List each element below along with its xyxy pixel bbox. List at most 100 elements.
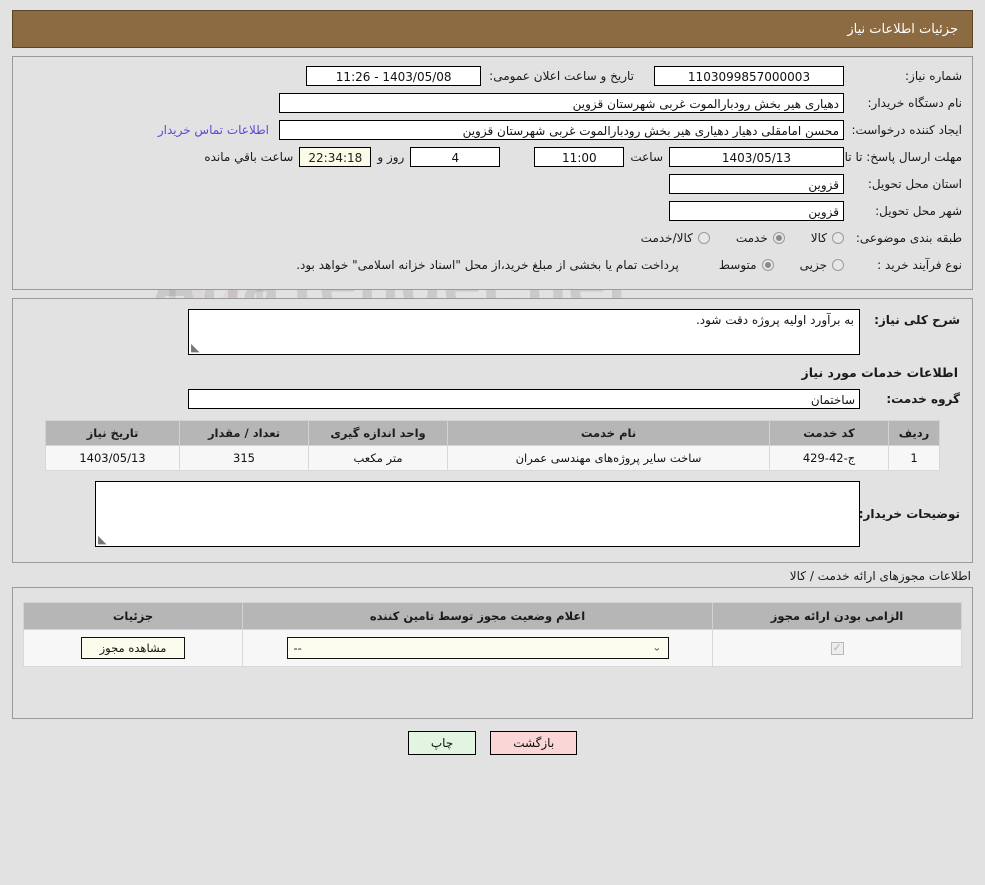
buyer-contact-link[interactable]: اطلاعات تماس خریدار xyxy=(158,123,269,137)
process-option-minor-label: جزیی xyxy=(799,258,827,272)
permit-status-value: -- xyxy=(293,641,302,655)
cell-permit-required xyxy=(712,629,962,667)
province-label: استان محل تحویل: xyxy=(867,177,962,191)
deadline-hour-label: ساعت xyxy=(630,150,663,164)
col-row-no: ردیف xyxy=(888,420,940,446)
cell-need-date: 1403/05/13 xyxy=(45,445,180,471)
requester-label: ایجاد کننده درخواست: xyxy=(851,123,962,137)
category-option-service[interactable]: خدمت xyxy=(736,231,785,245)
need-details-panel: شرح کلی نیاز: به برآورد اولیه پروژه دقت … xyxy=(12,298,973,563)
permit-status-dropdown[interactable]: ⌄ -- xyxy=(286,637,669,659)
general-desc-label: شرح کلی نیاز: xyxy=(874,313,960,327)
cell-service-name: ساخت سایر پروژه‌های مهندسی عمران xyxy=(447,445,770,471)
permits-header-row: الزامی بودن ارائه مجوز اعلام وضعیت مجوز … xyxy=(23,602,962,630)
cell-quantity: 315 xyxy=(179,445,309,471)
need-number-label: شماره نیاز: xyxy=(905,69,962,83)
row-province: استان محل تحویل: قزوین xyxy=(23,173,962,195)
cell-permit-status: ⌄ -- xyxy=(242,629,713,667)
row-general-description: شرح کلی نیاز: به برآورد اولیه پروژه دقت … xyxy=(25,309,960,355)
permit-required-checkbox xyxy=(830,641,844,655)
category-option-goods-service-label: کالا/خدمت xyxy=(640,231,693,245)
col-quantity: تعداد / مقدار xyxy=(179,420,309,446)
general-desc-textarea[interactable]: به برآورد اولیه پروژه دقت شود. ◢ xyxy=(188,309,860,355)
buyer-notes-label: توضیحات خریدار: xyxy=(858,507,960,521)
category-option-goods[interactable]: کالا xyxy=(811,231,844,245)
radio-icon[interactable] xyxy=(832,232,844,244)
col-unit: واحد اندازه گیری xyxy=(308,420,448,446)
buyer-org-value: دهیاری هیر بخش رودبارالموت غربی شهرستان … xyxy=(279,93,844,113)
row-city: شهر محل تحویل: قزوین xyxy=(23,200,962,222)
category-label: طبقه بندی موضوعی: xyxy=(855,231,962,245)
resize-handle-icon[interactable]: ◢ xyxy=(98,533,108,546)
resize-handle-icon[interactable]: ◢ xyxy=(191,341,201,354)
footer-buttons: بازگشت چاپ xyxy=(0,731,985,755)
service-group-value: ساختمان xyxy=(188,389,860,409)
category-option-service-label: خدمت xyxy=(735,231,768,245)
table-header-row: ردیف کد خدمت نام خدمت واحد اندازه گیری ت… xyxy=(45,420,940,446)
remaining-time-countdown: 22:34:18 xyxy=(299,147,372,167)
buyer-org-label: نام دستگاه خریدار: xyxy=(867,96,963,110)
row-buyer-org: نام دستگاه خریدار: دهیاری هیر بخش رودبار… xyxy=(23,92,962,114)
cell-unit: متر مکعب xyxy=(308,445,448,471)
deadline-hour-value: 11:00 xyxy=(534,147,625,167)
requester-value: محسن امامقلی دهیار دهیاری هیر بخش رودبار… xyxy=(279,120,844,140)
view-permit-button[interactable]: مشاهده مجوز xyxy=(80,637,186,659)
print-button[interactable]: چاپ xyxy=(407,731,477,755)
announce-datetime-label: تاریخ و ساعت اعلان عمومی: xyxy=(489,69,634,83)
remaining-days-value: 4 xyxy=(410,147,501,167)
services-section-title: اطلاعات خدمات مورد نیاز xyxy=(801,365,959,380)
cell-row-no: 1 xyxy=(888,445,940,471)
cell-service-code: ج-42-429 xyxy=(769,445,889,471)
permits-panel: الزامی بودن ارائه مجوز اعلام وضعیت مجوز … xyxy=(12,587,973,719)
col-service-code: کد خدمت xyxy=(769,420,889,446)
process-option-medium-label: متوسط xyxy=(718,258,757,272)
process-radio-group: جزیی متوسط xyxy=(693,258,844,272)
process-option-minor[interactable]: جزیی xyxy=(800,258,844,272)
permits-row: ⌄ -- مشاهده مجوز xyxy=(23,629,962,667)
city-label: شهر محل تحویل: xyxy=(875,204,962,218)
process-label: نوع فرآیند خرید : xyxy=(877,258,962,272)
permits-table: الزامی بودن ارائه مجوز اعلام وضعیت مجوز … xyxy=(23,602,962,667)
services-table-wrapper: ردیف کد خدمت نام خدمت واحد اندازه گیری ت… xyxy=(45,420,940,471)
col-permit-status: اعلام وضعیت مجوز توسط تامین کننده xyxy=(242,602,713,630)
row-category: طبقه بندی موضوعی: کالا خدمت کالا/خدمت xyxy=(23,227,962,249)
row-purchase-process: نوع فرآیند خرید : جزیی متوسط پرداخت تمام… xyxy=(23,254,962,276)
row-need-number: شماره نیاز: 1103099857000003 تاریخ و ساع… xyxy=(23,65,962,87)
remaining-time-suffix: ساعت باقي مانده xyxy=(204,150,294,164)
process-option-medium[interactable]: متوسط xyxy=(719,258,774,272)
table-row: 1 ج-42-429 ساخت سایر پروژه‌های مهندسی عم… xyxy=(45,445,940,471)
page-header-bar: جزئیات اطلاعات نیاز xyxy=(12,10,973,48)
radio-icon[interactable] xyxy=(832,259,844,271)
buyer-notes-textarea[interactable]: ◢ xyxy=(95,481,860,547)
need-summary-panel: شماره نیاز: 1103099857000003 تاریخ و ساع… xyxy=(12,56,973,290)
process-note: پرداخت تمام یا بخشی از مبلغ خرید،از محل … xyxy=(296,258,679,272)
category-radio-group: کالا خدمت کالا/خدمت xyxy=(615,231,844,245)
chevron-down-icon: ⌄ xyxy=(652,642,662,653)
radio-icon[interactable] xyxy=(761,259,774,271)
deadline-label: مهلت ارسال پاسخ: تا تاریخ: xyxy=(823,149,962,164)
col-permit-details: جزئیات xyxy=(23,602,243,630)
col-service-name: نام خدمت xyxy=(447,420,770,446)
cell-permit-details: مشاهده مجوز xyxy=(23,629,243,667)
col-need-date: تاریخ نیاز xyxy=(45,420,180,446)
announce-datetime-value: 1403/05/08 - 11:26 xyxy=(306,66,482,86)
page-title: جزئیات اطلاعات نیاز xyxy=(847,21,958,37)
row-service-group: گروه خدمت: ساختمان xyxy=(25,388,960,410)
back-button[interactable]: بازگشت xyxy=(490,731,578,755)
services-table: ردیف کد خدمت نام خدمت واحد اندازه گیری ت… xyxy=(45,420,940,471)
service-group-label: گروه خدمت: xyxy=(886,392,960,406)
general-desc-value: به برآورد اولیه پروژه دقت شود. xyxy=(695,313,854,327)
category-option-goods-label: کالا xyxy=(810,231,827,245)
remaining-days-separator: روز و xyxy=(377,150,405,164)
category-option-goods-service[interactable]: کالا/خدمت xyxy=(641,231,710,245)
province-value: قزوین xyxy=(669,174,844,194)
radio-icon[interactable] xyxy=(772,232,785,244)
city-value: قزوین xyxy=(669,201,844,221)
row-buyer-notes: توضیحات خریدار: ◢ xyxy=(25,481,960,547)
permits-caption: اطلاعات مجوزهای ارائه خدمت / کالا xyxy=(789,569,971,583)
deadline-date-value: 1403/05/13 xyxy=(669,147,844,167)
row-requester: ایجاد کننده درخواست: محسن امامقلی دهیار … xyxy=(23,119,962,141)
row-deadline: مهلت ارسال پاسخ: تا تاریخ: 1403/05/13 سا… xyxy=(23,146,962,168)
radio-icon[interactable] xyxy=(697,232,710,244)
need-number-value: 1103099857000003 xyxy=(654,66,844,86)
